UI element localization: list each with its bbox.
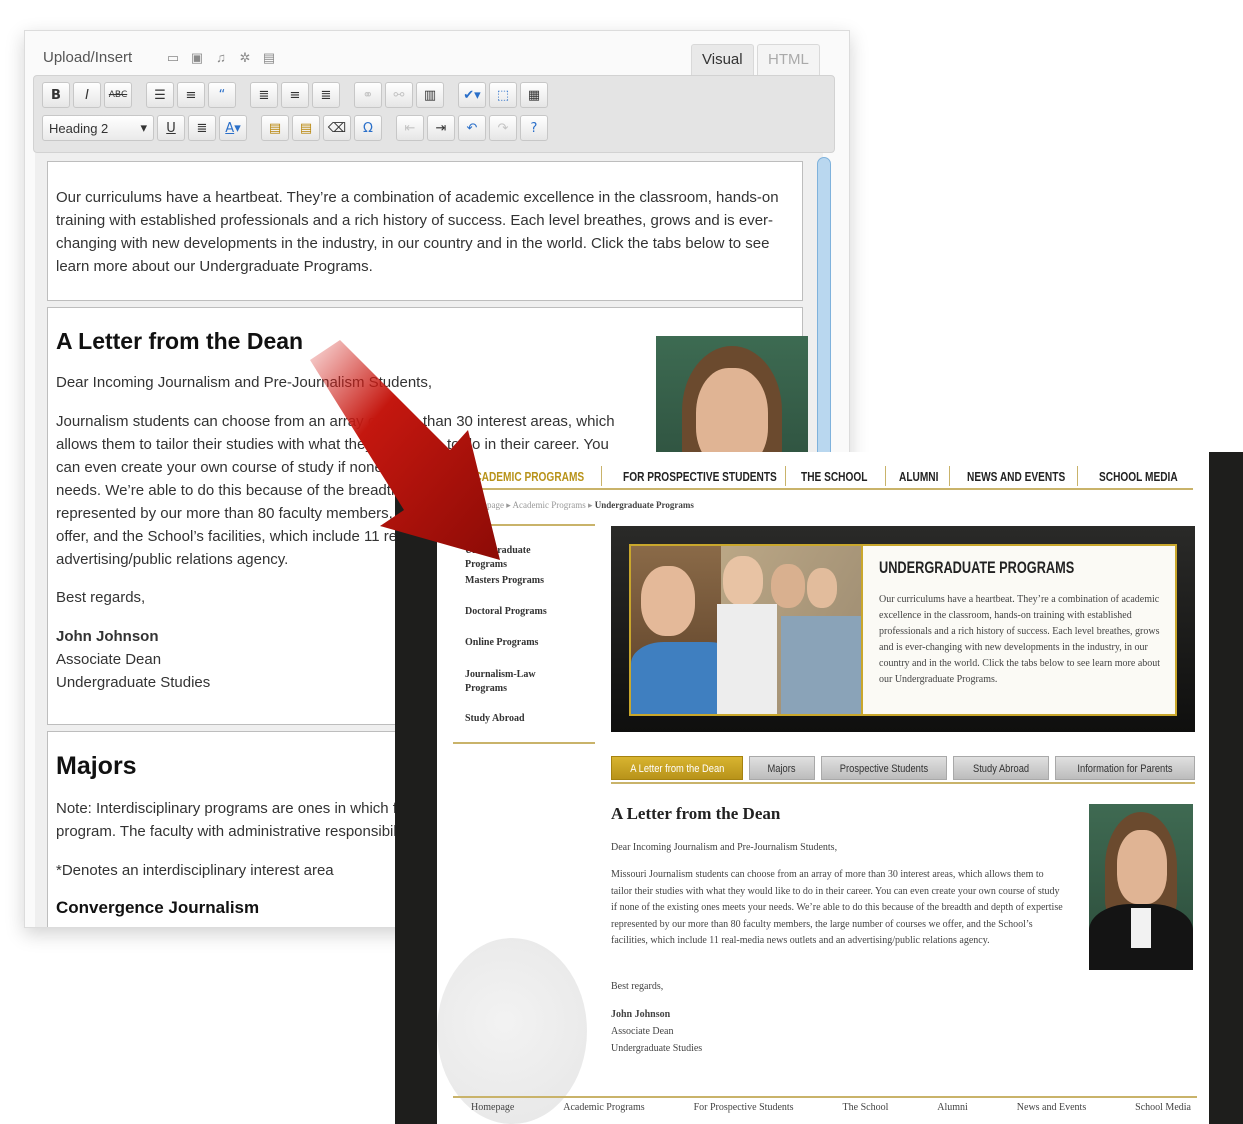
more-tag-icon[interactable]: ▥ [416, 82, 444, 108]
footer-link-news[interactable]: News and Events [1017, 1102, 1086, 1113]
format-select-value: Heading 2 [49, 120, 109, 136]
breadcrumb-current: Undergraduate Programs [594, 500, 694, 510]
tab-letter-from-dean[interactable]: A Letter from the Dean [611, 756, 743, 780]
website-page: ACADEMIC PROGRAMS FOR PROSPECTIVE STUDEN… [437, 452, 1209, 1124]
footer-link-alumni[interactable]: Alumni [937, 1102, 968, 1113]
footer-link-prospective[interactable]: For Prospective Students [694, 1102, 794, 1113]
undo-icon[interactable]: ↶ [458, 115, 486, 141]
footer-link-school[interactable]: The School [843, 1102, 889, 1113]
sidebar-item-study-abroad[interactable]: Study Abroad [465, 712, 575, 726]
site-dean-photo [1089, 804, 1193, 970]
site-letter-heading: A Letter from the Dean [611, 804, 781, 823]
footer-link-homepage[interactable]: Homepage [471, 1102, 514, 1113]
media-icons: ▭ ▣ ♫ ✲ ▤ [165, 51, 277, 65]
italic-button[interactable]: I [73, 82, 101, 108]
upload-insert-label: Upload/Insert [43, 49, 133, 66]
hero-frame: UNDERGRADUATE PROGRAMS Our curriculums h… [629, 544, 1177, 716]
help-icon[interactable]: ? [520, 115, 548, 141]
special-character-icon[interactable]: Ω [354, 115, 382, 141]
sidebar-item-journalism-law[interactable]: Journalism-Law Programs [465, 668, 551, 696]
hero-title: UNDERGRADUATE PROGRAMS [879, 558, 1075, 577]
unlink-icon[interactable]: ⚯ [385, 82, 413, 108]
tab-information-parents[interactable]: Information for Parents [1055, 756, 1195, 780]
tab-html[interactable]: HTML [757, 44, 820, 75]
site-signer-title: Associate Dean [611, 1026, 674, 1037]
tab-majors[interactable]: Majors [749, 756, 815, 780]
nav-prospective-students[interactable]: FOR PROSPECTIVE STUDENTS [623, 466, 777, 488]
spellcheck-icon[interactable]: ✔▾ [458, 82, 486, 108]
intro-block[interactable]: Our curriculums have a heartbeat. They’r… [47, 161, 803, 301]
bullet-list-icon[interactable]: ☰ [146, 82, 174, 108]
paste-word-icon[interactable]: ▤ [292, 115, 320, 141]
site-signer-name: John Johnson [611, 1009, 671, 1020]
toolbar-row-1: B I ABC ☰ ≡ “ ≣ ≡ ≣ ⚭ ⚯ ▥ ✔▾ ⬚ ▦ [42, 82, 548, 108]
footer-nav: Homepage Academic Programs For Prospecti… [471, 1102, 1191, 1113]
redo-icon[interactable]: ↷ [489, 115, 517, 141]
toolbar-row-2: Heading 2 ▾ U ≣ A ▾ ▤ ▤ ⌫ Ω ⇤ ⇥ ↶ ↷ ? [42, 115, 548, 141]
blockquote-icon[interactable]: “ [208, 82, 236, 108]
format-select[interactable]: Heading 2 ▾ [42, 115, 154, 141]
underline-button[interactable]: U [157, 115, 185, 141]
tab-prospective-students[interactable]: Prospective Students [821, 756, 947, 780]
sidebar-bottom-rule [453, 742, 595, 744]
nav-alumni[interactable]: ALUMNI [899, 466, 938, 488]
strikethrough-icon[interactable]: ABC [104, 82, 132, 108]
tab-majors-label: Majors [767, 763, 797, 775]
paste-text-icon[interactable]: ▤ [261, 115, 289, 141]
footer-rule [453, 1096, 1197, 1098]
editor-toolbar: B I ABC ☰ ≡ “ ≣ ≡ ≣ ⚭ ⚯ ▥ ✔▾ ⬚ ▦ Heading… [33, 75, 835, 153]
outdent-icon[interactable]: ⇤ [396, 115, 424, 141]
tab-prospective-label: Prospective Students [839, 763, 929, 775]
tab-visual[interactable]: Visual [691, 44, 754, 75]
sidebar-item-masters[interactable]: Masters Programs [465, 574, 575, 588]
footer-link-media[interactable]: School Media [1135, 1102, 1191, 1113]
site-letter-closing: Best regards, [611, 981, 664, 992]
nav-news-events[interactable]: NEWS AND EVENTS [967, 466, 1065, 488]
sidebar-item-online[interactable]: Online Programs [465, 636, 575, 650]
hero-text: Our curriculums have a heartbeat. They’r… [879, 594, 1161, 685]
align-center-icon[interactable]: ≡ [281, 82, 309, 108]
chevron-down-icon: ▾ [140, 120, 147, 135]
tab-study-abroad[interactable]: Study Abroad [953, 756, 1049, 780]
indent-icon[interactable]: ⇥ [427, 115, 455, 141]
intro-paragraph: Our curriculums have a heartbeat. They’r… [56, 189, 779, 275]
tab-letter-label: A Letter from the Dean [629, 763, 725, 775]
content-tabs: A Letter from the Dean Majors Prospectiv… [611, 756, 1195, 782]
numbered-list-icon[interactable]: ≡ [177, 82, 205, 108]
video-icon[interactable]: ▣ [189, 51, 205, 65]
nav-underline [453, 488, 1193, 490]
text-color-icon[interactable]: A ▾ [219, 115, 247, 141]
fullscreen-icon[interactable]: ⬚ [489, 82, 517, 108]
sidebar-item-doctoral[interactable]: Doctoral Programs [465, 605, 575, 619]
nav-the-school[interactable]: THE SCHOOL [801, 466, 867, 488]
media-icon[interactable]: ✲ [237, 51, 253, 65]
hero-banner: UNDERGRADUATE PROGRAMS Our curriculums h… [611, 526, 1195, 732]
tab-parents-label: Information for Parents [1077, 763, 1173, 775]
image-icon[interactable]: ▭ [165, 51, 181, 65]
editor-header: Upload/Insert ▭ ▣ ♫ ✲ ▤ Visual HTML [25, 31, 849, 75]
site-letter-greeting: Dear Incoming Journalism and Pre-Journal… [611, 842, 838, 853]
justify-icon[interactable]: ≣ [188, 115, 216, 141]
music-icon[interactable]: ♫ [213, 51, 229, 65]
nav-school-media[interactable]: SCHOOL MEDIA [1099, 466, 1178, 488]
tabs-underline [611, 782, 1195, 784]
footer-link-academic[interactable]: Academic Programs [563, 1102, 644, 1113]
remove-format-icon[interactable]: ⌫ [323, 115, 351, 141]
align-right-icon[interactable]: ≣ [312, 82, 340, 108]
kitchen-sink-icon[interactable]: ▦ [520, 82, 548, 108]
red-arrow-icon [310, 340, 500, 560]
align-left-icon[interactable]: ≣ [250, 82, 278, 108]
link-icon[interactable]: ⚭ [354, 82, 382, 108]
bold-button[interactable]: B [42, 82, 70, 108]
site-signer-dept: Undergraduate Studies [611, 1043, 703, 1054]
document-icon[interactable]: ▤ [261, 51, 277, 65]
students-classroom-photo [631, 546, 863, 714]
tab-study-abroad-label: Study Abroad [972, 763, 1030, 775]
site-letter-body: Missouri Journalism students can choose … [611, 869, 1063, 946]
